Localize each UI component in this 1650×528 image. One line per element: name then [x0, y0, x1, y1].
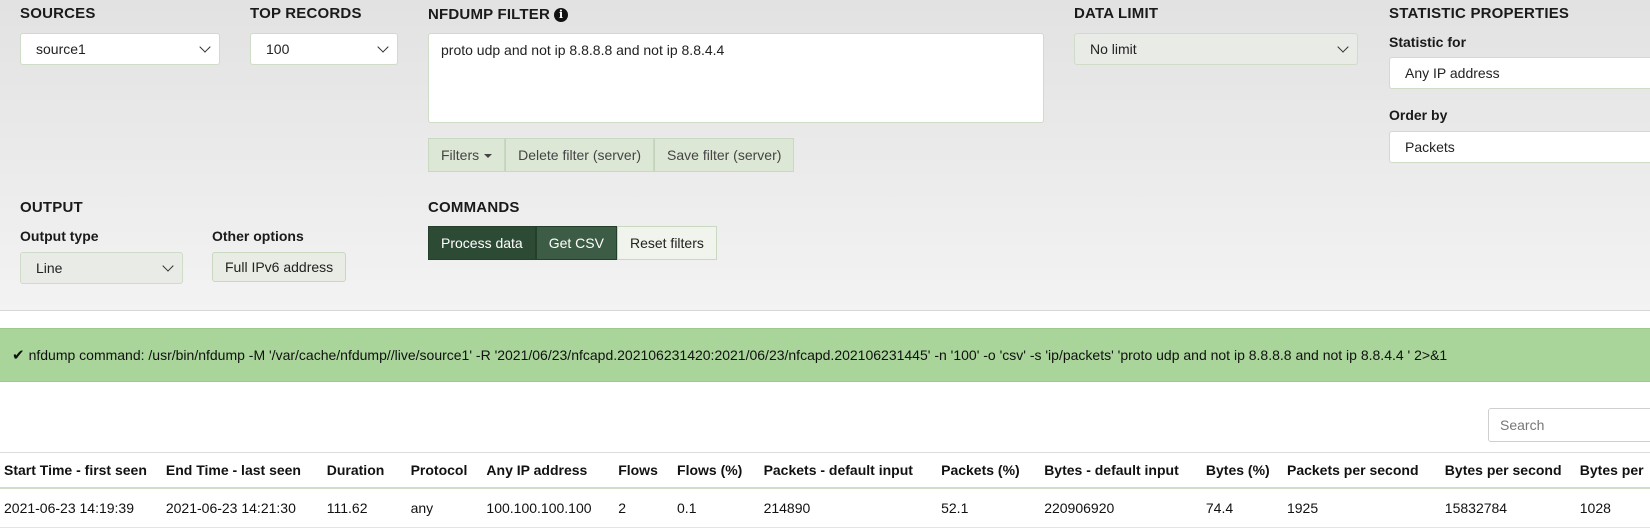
column-header[interactable]: Protocol: [406, 452, 483, 489]
order-by-select[interactable]: Packets: [1389, 131, 1650, 163]
statistic-for-label: Statistic for: [1389, 34, 1467, 50]
output-type-select[interactable]: Line: [20, 252, 183, 284]
commands-title: COMMANDS: [428, 199, 520, 216]
command-alert: ✔ nfdump command: /usr/bin/nfdump -M '/va…: [0, 328, 1650, 382]
process-data-button[interactable]: Process data: [428, 226, 536, 260]
caret-down-icon: [484, 154, 493, 158]
column-header[interactable]: Start Time - first seen: [0, 452, 162, 489]
column-header[interactable]: Packets - default input: [759, 452, 938, 489]
column-header[interactable]: Flows (%): [673, 452, 760, 489]
table-cell: 111.62: [322, 488, 407, 528]
top-records-title: TOP RECORDS: [250, 5, 362, 22]
table-cell: 2021-06-23 14:19:39: [0, 488, 162, 528]
top-records-select-value: 100: [266, 41, 290, 57]
filter-button-group: Filters Delete filter (server) Save filt…: [428, 138, 795, 172]
command-alert-text: nfdump command: /usr/bin/nfdump -M '/var…: [28, 347, 1448, 363]
column-header[interactable]: Packets per second: [1282, 452, 1441, 489]
save-filter-button[interactable]: Save filter (server): [654, 138, 795, 172]
chevron-down-icon: [162, 260, 174, 272]
output-title: OUTPUT: [20, 199, 83, 216]
table-cell: 1925: [1282, 488, 1441, 528]
chevron-down-icon: [199, 41, 211, 53]
table-cell: 15832784: [1440, 488, 1576, 528]
table-header-row: Start Time - first seen End Time - last …: [0, 452, 1650, 489]
statistic-for-value: Any IP address: [1405, 65, 1500, 81]
column-header[interactable]: Packets (%): [937, 452, 1041, 489]
delete-filter-button[interactable]: Delete filter (server): [505, 138, 655, 172]
data-limit-select-value: No limit: [1090, 41, 1137, 57]
column-header[interactable]: Bytes per second: [1440, 452, 1576, 489]
table-cell: 220906920: [1040, 488, 1202, 528]
column-header[interactable]: Duration: [322, 452, 407, 489]
statistic-title: STATISTIC PROPERTIES: [1389, 5, 1570, 22]
statistic-for-select[interactable]: Any IP address: [1389, 57, 1650, 89]
get-csv-button[interactable]: Get CSV: [535, 226, 617, 260]
column-header[interactable]: End Time - last seen: [161, 452, 323, 489]
column-header[interactable]: Flows: [614, 452, 674, 489]
filters-dropdown-button[interactable]: Filters: [428, 138, 506, 172]
filter-title-label: NFDUMP FILTER: [428, 6, 551, 23]
data-limit-select[interactable]: No limit: [1074, 33, 1358, 65]
table-cell: 1028: [1575, 488, 1650, 528]
table-cell: 2: [614, 488, 674, 528]
table-cell: 0.1: [673, 488, 760, 528]
output-type-label: Output type: [20, 228, 99, 244]
order-by-label: Order by: [1389, 107, 1448, 123]
controls-panel: SOURCES source1 TOP RECORDS 100 NFDUMP F…: [0, 0, 1650, 311]
output-type-value: Line: [36, 260, 63, 276]
reset-filters-button[interactable]: Reset filters: [616, 226, 717, 260]
column-header[interactable]: Bytes - default input: [1040, 452, 1202, 489]
info-icon[interactable]: i: [554, 8, 569, 22]
filters-button-label: Filters: [441, 147, 480, 163]
table-cell: 52.1: [937, 488, 1041, 528]
sources-title: SOURCES: [20, 5, 96, 22]
order-by-value: Packets: [1405, 139, 1455, 155]
commands-button-group: Process data Get CSV Reset filters: [428, 226, 717, 260]
chevron-down-icon: [377, 41, 389, 53]
other-options-label: Other options: [212, 228, 304, 244]
table-cell: 2021-06-23 14:21:30: [161, 488, 323, 528]
full-ipv6-button[interactable]: Full IPv6 address: [212, 252, 347, 282]
chevron-down-icon: [1337, 41, 1349, 53]
table-cell: 214890: [759, 488, 938, 528]
filter-textarea[interactable]: proto udp and not ip 8.8.8.8 and not ip …: [428, 33, 1044, 123]
sources-select-value: source1: [36, 41, 86, 57]
table-cell: 74.4: [1201, 488, 1283, 528]
data-limit-title: DATA LIMIT: [1074, 5, 1159, 22]
table-row: 2021-06-23 14:19:39 2021-06-23 14:21:30 …: [0, 488, 1650, 528]
check-icon: ✔: [12, 347, 25, 364]
table-cell: any: [406, 488, 483, 528]
results-table: Start Time - first seen End Time - last …: [0, 452, 1650, 528]
column-header[interactable]: Bytes per: [1575, 452, 1650, 489]
column-header[interactable]: Bytes (%): [1201, 452, 1283, 489]
table-cell: 100.100.100.100: [482, 488, 615, 528]
search-input[interactable]: [1488, 408, 1650, 442]
top-records-select[interactable]: 100: [250, 33, 398, 65]
filter-title: NFDUMP FILTER i: [428, 6, 569, 23]
column-header[interactable]: Any IP address: [482, 452, 615, 489]
sources-select[interactable]: source1: [20, 33, 220, 65]
